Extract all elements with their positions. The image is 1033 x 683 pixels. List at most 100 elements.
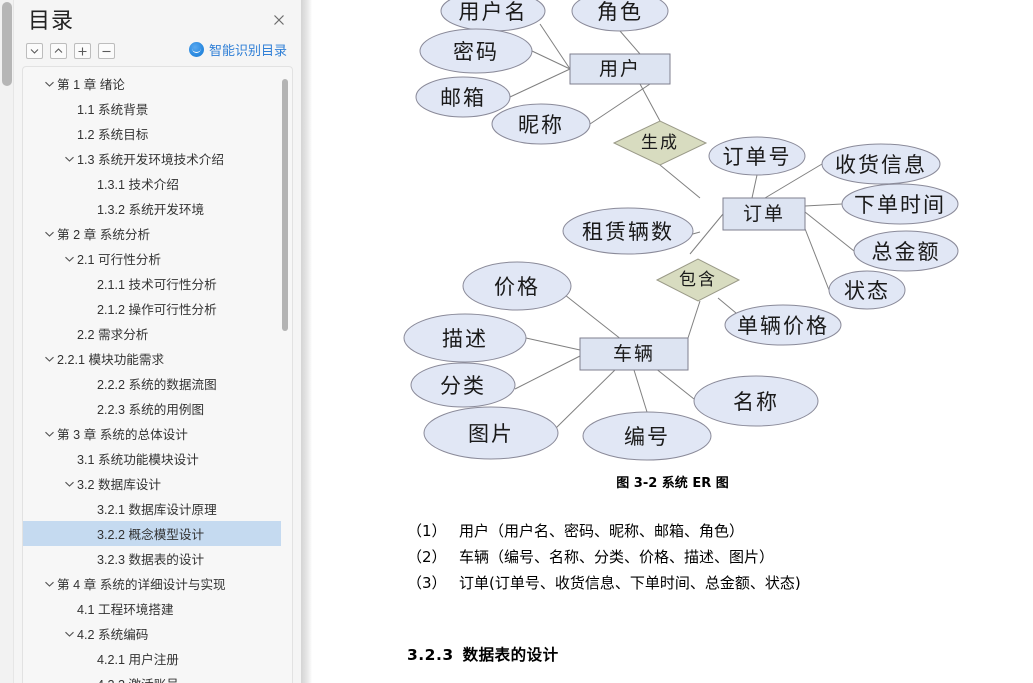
toc-item-15[interactable]: 3.1 系统功能模块设计 <box>23 446 281 471</box>
er-attribute-2: 密码 <box>419 28 533 74</box>
toc-item-0[interactable]: 第 1 章 绪论 <box>23 71 281 96</box>
er-entity-label: 用户 <box>599 58 641 80</box>
minus-icon <box>102 50 111 52</box>
toc-item-label: 4.2.1 用户注册 <box>97 653 179 667</box>
toc-item-label: 3.1 系统功能模块设计 <box>77 453 199 467</box>
chevron-down-icon[interactable] <box>41 580 57 588</box>
er-attribute-label: 密码 <box>453 40 499 64</box>
toc-item-1[interactable]: 1.1 系统背景 <box>23 96 281 121</box>
er-attribute-label: 分类 <box>440 374 486 398</box>
er-relationship-0: 生成 <box>612 120 708 166</box>
entity-definition-line-1: （1） 用户（用户名、密码、昵称、邮箱、角色） <box>407 518 1007 544</box>
plus-icon <box>78 47 87 55</box>
list-number: （1） <box>407 522 447 540</box>
toc-item-label: 4.2.2 激活账号 <box>97 674 179 683</box>
expand-all-button[interactable] <box>26 43 43 59</box>
toc-item-8[interactable]: 2.1.1 技术可行性分析 <box>23 271 281 296</box>
toc-item-label: 1.3.2 系统开发环境 <box>97 203 205 217</box>
toc-item-20[interactable]: 第 4 章 系统的详细设计与实现 <box>23 571 281 596</box>
window-scrollbar-thumb[interactable] <box>2 2 12 86</box>
chevron-down-icon[interactable] <box>41 430 57 438</box>
er-attribute-label: 收货信息 <box>835 153 927 177</box>
er-relationship-label: 包含 <box>679 270 717 290</box>
toc-item-2[interactable]: 1.2 系统目标 <box>23 121 281 146</box>
er-entity-label: 车辆 <box>613 343 655 365</box>
toc-item-22[interactable]: 4.2 系统编码 <box>23 621 281 646</box>
chevron-down-icon[interactable] <box>61 155 77 163</box>
er-attribute-16: 编号 <box>582 411 712 461</box>
toc-item-5[interactable]: 1.3.2 系统开发环境 <box>23 196 281 221</box>
toc-item-label: 3.2.3 数据表的设计 <box>97 553 205 567</box>
chevron-down-icon[interactable] <box>61 480 77 488</box>
smart-recognize-toc-button[interactable]: 智能识别目录 <box>188 40 287 59</box>
er-attribute-11: 单辆价格 <box>724 304 842 346</box>
toc-item-6[interactable]: 第 2 章 系统分析 <box>23 221 281 246</box>
toc-item-23[interactable]: 4.2.1 用户注册 <box>23 646 281 671</box>
toc-sidebar: 目录 智能识别目录 第 1 章 绪论 1.1 系统背景 1.2 系统目标 1.3… <box>14 0 301 683</box>
toc-item-12[interactable]: 2.2.2 系统的数据流图 <box>23 371 281 396</box>
list-number: （2） <box>407 548 447 566</box>
document-view: 用户名 角色 密码 邮箱 昵称 订单号 收货信息 下单时间 总金额 状态 租赁辆数 单辆价格 价格 描述分… <box>312 0 1033 683</box>
er-attribute-9: 状态 <box>828 270 906 310</box>
toc-item-7[interactable]: 2.1 可行性分析 <box>23 246 281 271</box>
app-root: 目录 智能识别目录 第 1 章 绪论 1.1 系统背景 1.2 系统目标 1.3… <box>0 0 1033 683</box>
toc-toolbar: 智能识别目录 <box>14 38 301 64</box>
toc-scrollbar-thumb[interactable] <box>282 79 288 331</box>
page-title: 目录 <box>28 8 75 33</box>
chevron-down-icon[interactable] <box>41 355 57 363</box>
toc-item-21[interactable]: 4.1 工程环境搭建 <box>23 596 281 621</box>
toc-item-9[interactable]: 2.1.2 操作可行性分析 <box>23 296 281 321</box>
er-attribute-label: 总金额 <box>872 240 941 264</box>
chevron-down-icon[interactable] <box>41 80 57 88</box>
toc-item-17[interactable]: 3.2.1 数据库设计原理 <box>23 496 281 521</box>
toc-item-11[interactable]: 2.2.1 模块功能需求 <box>23 346 281 371</box>
section-heading-number: 3.2.3 <box>407 646 454 664</box>
er-attribute-12: 价格 <box>462 261 572 311</box>
toc-item-10[interactable]: 2.2 需求分析 <box>23 321 281 346</box>
list-text: 用户（用户名、密码、昵称、邮箱、角色） <box>459 522 745 540</box>
toc-scrollbar[interactable] <box>282 75 288 676</box>
er-entity-label: 订单 <box>743 203 785 225</box>
toc-item-19[interactable]: 3.2.3 数据表的设计 <box>23 546 281 571</box>
er-attribute-6: 收货信息 <box>821 143 941 185</box>
er-line-9 <box>804 203 843 207</box>
window-scrollbar[interactable] <box>0 0 14 683</box>
chevron-up-icon <box>54 48 63 53</box>
decrease-level-button[interactable] <box>98 43 115 59</box>
sidebar-divider[interactable] <box>301 0 312 683</box>
er-line-4 <box>589 83 651 125</box>
toc-item-24[interactable]: 4.2.2 激活账号 <box>23 671 281 683</box>
toc-item-label: 2.1.1 技术可行性分析 <box>97 278 217 292</box>
toc-item-18[interactable]: 3.2.2 概念模型设计 <box>23 521 281 546</box>
toc-item-label: 2.1 可行性分析 <box>77 253 161 267</box>
er-attribute-label: 租赁辆数 <box>582 220 674 244</box>
toc-item-label: 1.2 系统目标 <box>77 128 149 142</box>
chevron-down-icon <box>30 49 39 54</box>
er-line-13 <box>689 213 724 255</box>
er-attribute-3: 邮箱 <box>415 76 511 118</box>
er-line-7 <box>751 174 758 199</box>
toc-item-14[interactable]: 第 3 章 系统的总体设计 <box>23 421 281 446</box>
smart-recognize-icon <box>188 42 204 57</box>
toc-item-label: 4.1 工程环境搭建 <box>77 603 174 617</box>
close-icon[interactable] <box>269 10 289 30</box>
toc-item-13[interactable]: 2.2.3 系统的用例图 <box>23 396 281 421</box>
chevron-down-icon[interactable] <box>41 230 57 238</box>
toc-item-label: 2.1.2 操作可行性分析 <box>97 303 217 317</box>
er-line-14 <box>687 300 701 339</box>
increase-level-button[interactable] <box>74 43 91 59</box>
list-number: （3） <box>407 574 447 592</box>
er-entity-2: 车辆 <box>579 337 689 371</box>
collapse-all-button[interactable] <box>50 43 67 59</box>
er-line-10 <box>804 211 855 252</box>
chevron-down-icon[interactable] <box>61 255 77 263</box>
toc-item-16[interactable]: 3.2 数据库设计 <box>23 471 281 496</box>
er-diagram-svg: 用户名 角色密码邮箱昵称订单号 收货信息下单时间总金额状态 租赁辆数单辆价格 价格描述分… <box>403 0 959 461</box>
er-line-3 <box>509 68 571 98</box>
er-attribute-label: 用户名 <box>459 0 528 24</box>
toc-item-3[interactable]: 1.3 系统开发环境技术介绍 <box>23 146 281 171</box>
toc-item-label: 第 4 章 系统的详细设计与实现 <box>57 578 226 592</box>
er-attribute-14: 分类 <box>410 362 516 408</box>
chevron-down-icon[interactable] <box>61 630 77 638</box>
toc-item-4[interactable]: 1.3.1 技术介绍 <box>23 171 281 196</box>
